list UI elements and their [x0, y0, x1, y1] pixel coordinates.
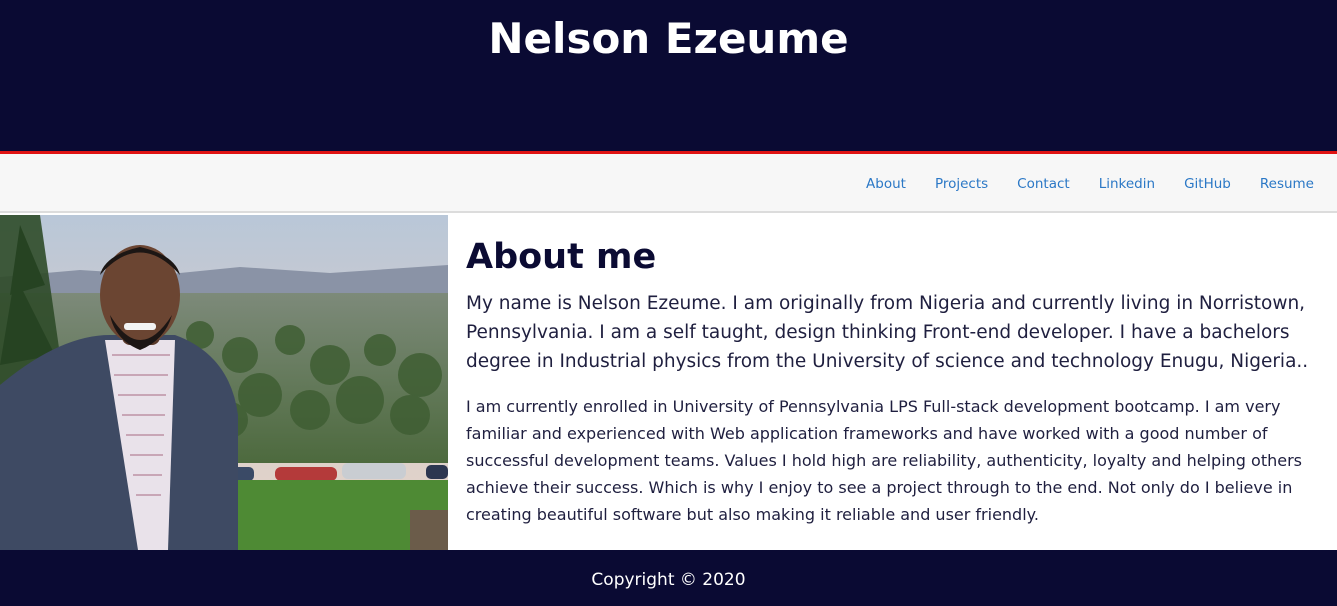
nav-link-projects[interactable]: Projects: [935, 176, 988, 192]
nav-links: About Projects Contact Linkedin GitHub R…: [837, 154, 1314, 213]
nav-link-about[interactable]: About: [866, 176, 906, 192]
about-intro: My name is Nelson Ezeume. I am originall…: [466, 293, 1309, 372]
nav-link-contact[interactable]: Contact: [1017, 176, 1070, 192]
copyright-text: Copyright © 2020: [591, 570, 746, 590]
profile-photo: [0, 215, 448, 550]
nav-link-linkedin[interactable]: Linkedin: [1099, 176, 1155, 192]
site-footer: Copyright © 2020: [0, 550, 1337, 606]
site-title: Nelson Ezeume: [488, 14, 849, 63]
nav-link-resume[interactable]: Resume: [1260, 176, 1314, 192]
site-header: Nelson Ezeume: [0, 0, 1337, 151]
nav-link-github[interactable]: GitHub: [1184, 176, 1231, 192]
about-heading: About me: [466, 237, 657, 277]
navbar: About Projects Contact Linkedin GitHub R…: [0, 154, 1337, 213]
about-details: I am currently enrolled in University of…: [466, 397, 1302, 524]
about-section: About me My name is Nelson Ezeume. I am …: [466, 215, 1332, 528]
